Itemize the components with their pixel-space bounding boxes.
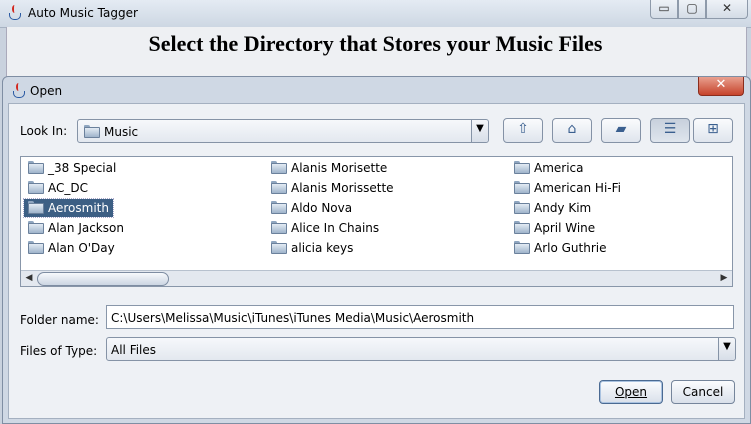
list-item[interactable]: April Wine	[510, 219, 599, 237]
folder-icon	[271, 181, 287, 194]
folder-icon	[271, 241, 287, 254]
list-item[interactable]: alicia keys	[267, 239, 357, 257]
files-of-type-label: Files of Type:	[20, 344, 98, 358]
list-item-label: Andy Kim	[534, 201, 592, 215]
folder-icon	[271, 221, 287, 234]
list-item-label: Alan Jackson	[48, 221, 124, 235]
scrollbar-thumb[interactable]	[37, 272, 169, 286]
dialog-close-button[interactable]: ✕	[698, 77, 744, 96]
list-item-label: America	[534, 161, 584, 175]
list-item-label: alicia keys	[291, 241, 354, 255]
folder-icon	[28, 221, 44, 234]
files-of-type-combo[interactable]: All Files ▼	[106, 337, 736, 361]
scroll-left-arrow-icon[interactable]: ◀	[22, 271, 36, 286]
folder-icon	[514, 201, 530, 214]
list-item[interactable]: Alice In Chains	[267, 219, 383, 237]
details-view-button[interactable]: ⊞	[693, 118, 733, 143]
horizontal-scrollbar[interactable]: ◀ ▶	[21, 270, 732, 286]
java-icon	[11, 83, 25, 99]
folder-name-value: C:\Users\Melissa\Music\iTunes\iTunes Med…	[111, 311, 475, 325]
list-item-label: AC_DC	[48, 181, 88, 195]
list-item[interactable]: Arlo Guthrie	[510, 239, 611, 257]
chevron-down-icon: ▼	[476, 123, 484, 134]
look-in-label: Look In:	[20, 124, 68, 138]
chevron-down-icon: ▼	[723, 341, 731, 352]
look-in-dropdown-arrow[interactable]: ▼	[471, 120, 488, 142]
open-button[interactable]: Open	[599, 380, 663, 404]
new-folder-button[interactable]: ▰	[601, 118, 641, 143]
java-icon	[7, 5, 21, 21]
details-icon: ⊞	[707, 121, 719, 137]
folder-icon	[514, 241, 530, 254]
new-folder-icon: ▰	[615, 121, 627, 137]
list-item[interactable]: _38 Special	[24, 159, 120, 177]
maximize-button[interactable]: ▢	[678, 0, 706, 19]
list-item-label: Alanis Morissette	[291, 181, 394, 195]
folder-name-label: Folder name:	[20, 313, 99, 327]
minimize-button[interactable]: ▭	[650, 0, 678, 19]
file-list[interactable]: _38 Special AC_DC Aerosmith Alan Jackson Ala…	[20, 156, 733, 287]
close-icon: ✕	[721, 1, 733, 15]
list-item-label: Arlo Guthrie	[534, 241, 607, 255]
files-of-type-dropdown-arrow[interactable]: ▼	[718, 338, 735, 360]
list-item[interactable]: Alanis Morisette	[267, 159, 391, 177]
list-item[interactable]: AC_DC	[24, 179, 92, 197]
list-item-label: Alice In Chains	[291, 221, 380, 235]
folder-icon	[28, 241, 44, 254]
close-icon: ✕	[715, 77, 727, 92]
up-one-level-button[interactable]: ⇧	[503, 118, 543, 143]
cancel-button[interactable]: Cancel	[671, 380, 735, 404]
scroll-right-arrow-icon[interactable]: ▶	[717, 271, 731, 286]
up-folder-icon: ⇧	[517, 121, 529, 137]
list-item-label: American Hi-Fi	[534, 181, 621, 195]
list-item-label: Alanis Morisette	[291, 161, 388, 175]
list-item[interactable]: Alan O'Day	[24, 239, 119, 257]
folder-icon	[84, 125, 100, 138]
list-item[interactable]: Aldo Nova	[267, 199, 356, 217]
list-item[interactable]: Aerosmith	[23, 198, 114, 218]
folder-icon	[28, 161, 44, 174]
folder-icon	[28, 201, 44, 214]
list-view-button[interactable]: ☰	[650, 118, 690, 143]
list-item-label: Aldo Nova	[291, 201, 353, 215]
home-icon: ⌂	[567, 121, 577, 137]
open-button-label: Open	[614, 385, 648, 399]
list-item[interactable]: Alan Jackson	[24, 219, 128, 237]
folder-icon	[514, 181, 530, 194]
list-item[interactable]: American Hi-Fi	[510, 179, 625, 197]
folder-icon	[28, 181, 44, 194]
maximize-icon: ▢	[686, 1, 698, 15]
window-controls: ▭ ▢ ✕	[650, 0, 748, 20]
folder-name-input[interactable]: C:\Users\Melissa\Music\iTunes\iTunes Med…	[106, 305, 734, 329]
folder-icon	[271, 201, 287, 214]
folder-icon	[514, 161, 530, 174]
close-button[interactable]: ✕	[706, 0, 748, 19]
list-item[interactable]: Andy Kim	[510, 199, 595, 217]
folder-icon	[271, 161, 287, 174]
list-item[interactable]: America	[510, 159, 588, 177]
list-item[interactable]: Alanis Morissette	[267, 179, 398, 197]
look-in-combo[interactable]: Music ▼	[77, 119, 489, 143]
list-icon: ☰	[663, 121, 677, 137]
dialog-title: Open	[30, 84, 63, 98]
list-item-label: Alan O'Day	[48, 241, 115, 255]
minimize-icon: ▭	[658, 1, 670, 15]
main-titlebar: Auto Music Tagger ▭ ▢ ✕	[0, 0, 751, 28]
main-window-title: Auto Music Tagger	[28, 6, 138, 20]
open-dialog: Open ✕ Look In: Music ▼ ⇧ ⌂ ▰ ☰ ⊞ _38 Sp…	[2, 76, 751, 424]
home-button[interactable]: ⌂	[552, 118, 592, 143]
list-item-label: _38 Special	[48, 161, 117, 175]
dialog-body: Look In: Music ▼ ⇧ ⌂ ▰ ☰ ⊞ _38 Special AC…	[8, 103, 745, 419]
list-item-label: Aerosmith	[48, 201, 109, 215]
dialog-titlebar[interactable]: Open ✕	[3, 77, 750, 104]
folder-icon	[514, 221, 530, 234]
look-in-value: Music	[104, 125, 139, 139]
page-heading: Select the Directory that Stores your Mu…	[148, 31, 603, 56]
cancel-button-label: Cancel	[682, 385, 724, 399]
list-item-label: April Wine	[534, 221, 596, 235]
files-of-type-value: All Files	[111, 343, 157, 357]
